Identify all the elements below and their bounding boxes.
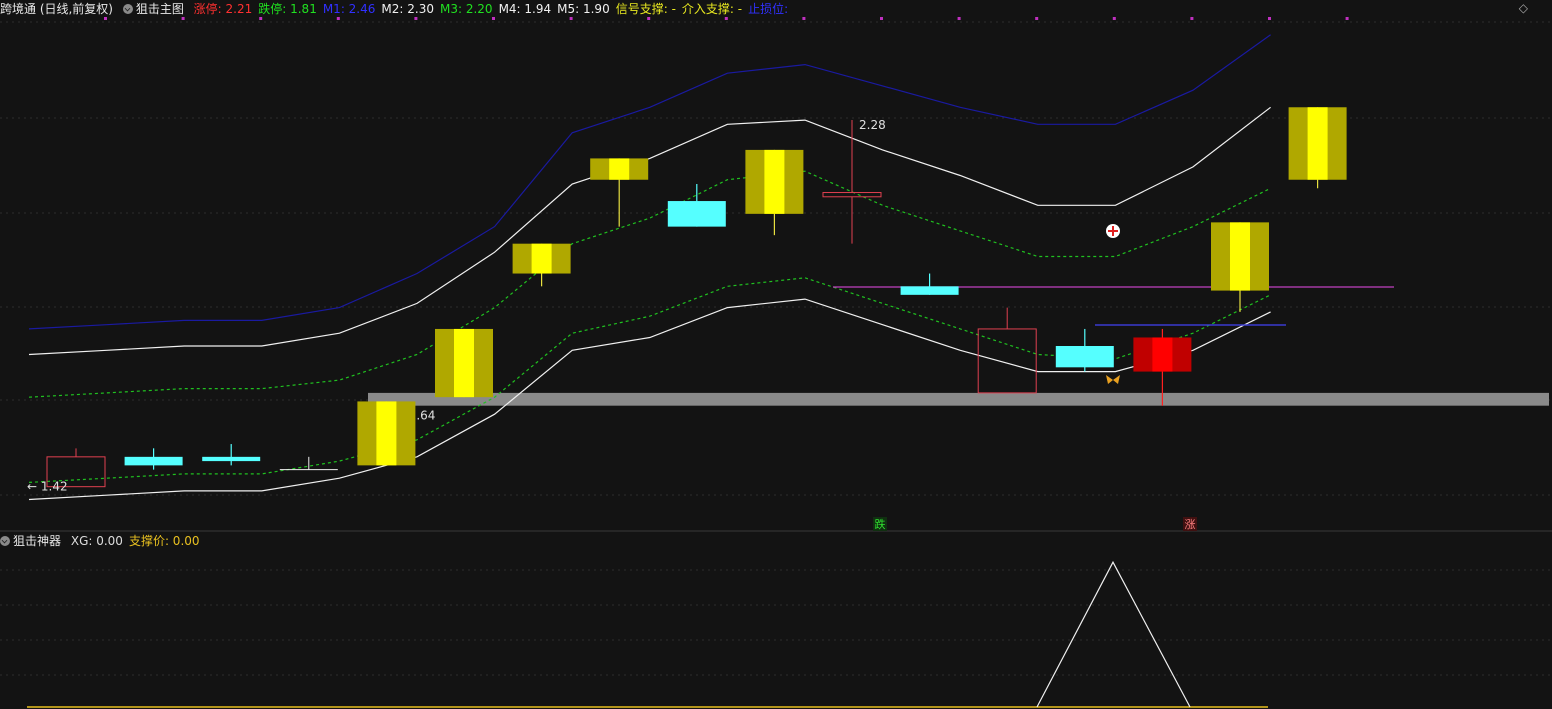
- low-price-label: ← 1.42: [27, 480, 68, 494]
- indicator-name: 狙击主图: [135, 2, 184, 16]
- main-chart-header: 跨境通 (日线,前复权) 狙击主图 涨停: 2.21 跌停: 1.81 M1: 2.…: [0, 0, 800, 18]
- top-marker-dot: [880, 17, 883, 20]
- candle-body-hollow: [977, 328, 1037, 394]
- indicator-header-item: 支撑价: 0.00: [128, 534, 200, 548]
- butterfly-icon: [1106, 375, 1120, 384]
- top-marker-dot: [957, 17, 961, 20]
- indicator-line: [1036, 560, 1191, 708]
- main-header-item: 信号支撑: -: [615, 2, 676, 16]
- candle-body-bull-center: [1230, 222, 1250, 291]
- stock-name: 跨境通 (日线,前复权): [0, 2, 113, 16]
- candle-body-bear: [667, 201, 726, 227]
- band-line-m2: [28, 106, 1271, 356]
- main-header-item: M4: 1.94: [498, 2, 552, 16]
- top-marker-dot: [802, 17, 806, 20]
- signal-fall-label: 跌: [875, 517, 886, 531]
- top-marker-dot: [1035, 17, 1039, 20]
- main-header-items: 涨停: 2.21 跌停: 1.81 M1: 2.46 M2: 2.30 M3: 2.20…: [194, 2, 795, 16]
- candle-body-bear: [1055, 346, 1114, 368]
- chevron-down-icon: [122, 4, 133, 14]
- indicator-panel-name: 狙击神器: [13, 534, 62, 548]
- main-header-item: M1: 2.46: [322, 2, 376, 16]
- top-marker-dot: [1268, 17, 1271, 20]
- candle-body-bull-center: [764, 149, 785, 214]
- main-header-item: M3: 2.20: [439, 2, 493, 16]
- top-marker-dot: [1190, 17, 1194, 20]
- candle-body-bull-center: [531, 243, 552, 274]
- chart-stage: 1.61 - 1.642.28← 1.42跌涨 跨境通 (日线,前复权) 狙击主…: [0, 0, 1552, 709]
- candle-body-limitup-center: [1152, 337, 1173, 372]
- main-header-item: M2: 2.30: [381, 2, 434, 16]
- top-marker-dot: [1112, 17, 1116, 20]
- indicator-header-item: XG: 0.00: [70, 534, 123, 548]
- candle-body-hollow: [822, 192, 882, 198]
- main-header-item: 涨停: 2.21: [193, 2, 253, 16]
- indicator-dropdown[interactable]: 狙击主图: [122, 2, 184, 16]
- settings-diamond-icon[interactable]: ◇: [1519, 1, 1528, 15]
- candle-body-bear: [900, 286, 959, 295]
- candle-body-bull-center: [454, 328, 474, 398]
- main-header-item: 止损位:: [748, 2, 789, 16]
- candle-body-bear: [202, 456, 261, 462]
- candle-body-bull-center: [376, 401, 397, 466]
- candle-body-bear: [124, 456, 183, 466]
- main-header-item: 跌停: 1.81: [258, 2, 317, 16]
- band-line-m4: [28, 277, 1271, 483]
- support-zone-bar: [368, 392, 1549, 406]
- indicator-panel-dropdown[interactable]: 狙击神器: [0, 534, 61, 548]
- main-chart: 1.61 - 1.642.28← 1.42跌涨: [0, 17, 1552, 708]
- chevron-down-icon: [0, 536, 10, 546]
- top-marker-dot: [1345, 17, 1349, 20]
- high-price-label: 2.28: [859, 118, 886, 132]
- indicator-header-items: XG: 0.00 支撑价: 0.00: [71, 534, 206, 548]
- main-header-item: M5: 1.90: [557, 2, 610, 16]
- main-header-item: 介入支撑: -: [681, 2, 743, 16]
- indicator-header: 狙击神器 XG: 0.00 支撑价: 0.00: [0, 532, 212, 550]
- signal-rise-label: 涨: [1185, 518, 1196, 531]
- band-line-m1: [28, 34, 1271, 330]
- candle-body-bull-center: [1307, 107, 1328, 180]
- candle-body-bull-center: [609, 158, 630, 180]
